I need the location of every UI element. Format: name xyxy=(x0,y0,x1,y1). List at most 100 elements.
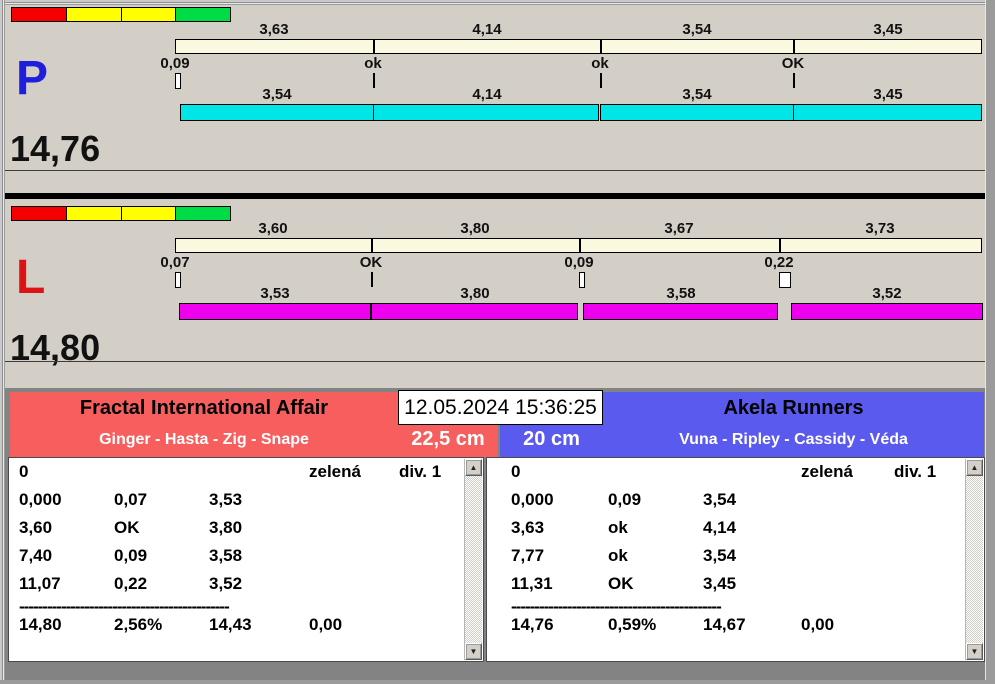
split-bar-divider xyxy=(600,40,602,53)
team-name-right: Akela Runners xyxy=(723,397,864,419)
run-value-cell: 3,52 xyxy=(209,574,243,593)
changeover-label: ok xyxy=(364,55,382,72)
changeover-ok-tick xyxy=(600,73,602,88)
lane-panel-p: P 14,76 3,63 4,14 3,54 3,45 0,09 ok ok OK 3,54 4,… xyxy=(0,5,995,170)
changeover-label: 0,07 xyxy=(160,254,190,271)
total-value-cell: 2,56% xyxy=(114,615,163,634)
window-border-bottom xyxy=(0,680,995,684)
jump-height-right: 20 cm xyxy=(523,428,580,450)
run-value-cell: OK xyxy=(608,574,634,593)
total-value-cell: 0,00 xyxy=(309,615,343,634)
traffic-segment-0 xyxy=(12,8,67,21)
run-value-cell: 3,58 xyxy=(209,546,243,565)
lane-total-time: 14,76 xyxy=(10,128,101,169)
team-dogs-right: Vuna - Ripley - Cassidy - Véda xyxy=(679,431,908,448)
total-value-cell: 0,59% xyxy=(608,615,657,634)
changeover-label: 0,09 xyxy=(160,55,190,72)
total-value-cell: 14,67 xyxy=(703,615,746,634)
run-value-cell: 4,14 xyxy=(703,518,737,537)
traffic-segment-0 xyxy=(12,207,67,220)
total-value-cell: 0,00 xyxy=(801,615,835,634)
changeover-loss-marker xyxy=(579,272,585,288)
changeover-loss-marker xyxy=(175,73,181,89)
split-bar-divider xyxy=(371,239,373,252)
changeover-label: OK xyxy=(781,55,805,72)
split-times-bar xyxy=(175,39,982,54)
lane-letter: P xyxy=(16,52,49,105)
dog-time-segment xyxy=(371,303,578,320)
lane-letter: L xyxy=(16,251,46,304)
division-cell: div. 1 xyxy=(399,462,442,481)
split-bar-divider xyxy=(779,239,781,252)
vertical-scrollbar[interactable]: ▲ ▼ xyxy=(464,459,482,660)
total-value-cell: 14,43 xyxy=(209,615,252,634)
dog-time-segment xyxy=(583,303,778,320)
split-time-label: 3,45 xyxy=(873,21,903,38)
separator-row: ----------------------------------------… xyxy=(511,597,722,616)
run-value-cell: 3,60 xyxy=(19,518,53,537)
light-color-cell: zelená xyxy=(309,462,361,481)
split-bar-divider xyxy=(579,239,581,252)
changeover-loss-marker xyxy=(175,272,181,288)
run-value-cell: 0,09 xyxy=(114,546,148,565)
lanes-separator-bar xyxy=(5,193,985,199)
changeover-ok-tick xyxy=(793,73,795,88)
dog-time-label: 3,58 xyxy=(666,285,696,302)
traffic-segment-2 xyxy=(121,207,177,220)
start-traffic-light xyxy=(11,7,231,22)
dog-time-label: 3,45 xyxy=(873,86,903,103)
run-value-cell: 3,53 xyxy=(209,490,243,509)
traffic-segment-2 xyxy=(121,8,177,21)
status-cell: 0 xyxy=(511,462,521,481)
dog-time-label: 3,53 xyxy=(260,285,290,302)
scroll-up-icon[interactable]: ▲ xyxy=(465,459,482,476)
run-value-cell: 0,07 xyxy=(114,490,148,509)
scroll-down-icon[interactable]: ▼ xyxy=(465,643,482,660)
traffic-segment-3 xyxy=(176,207,230,220)
dog-time-segment xyxy=(180,104,374,121)
lane-total-time: 14,80 xyxy=(10,327,101,368)
lane-divider-line xyxy=(5,361,985,362)
changeover-label: 0,09 xyxy=(564,254,594,271)
changeover-ok-tick xyxy=(373,73,375,88)
dog-time-label: 4,14 xyxy=(472,86,502,103)
run-value-cell: 3,80 xyxy=(209,518,243,537)
dog-time-label: 3,52 xyxy=(872,285,902,302)
run-value-cell: 0,000 xyxy=(19,490,62,509)
split-time-label: 4,14 xyxy=(472,21,502,38)
split-time-label: 3,60 xyxy=(258,220,288,237)
traffic-segment-1 xyxy=(66,8,122,21)
datetime-display: 12.05.2024 15:36:25 xyxy=(398,390,603,425)
traffic-segment-3 xyxy=(176,8,230,21)
changeover-label: OK xyxy=(359,254,383,271)
run-result-list-left[interactable]: 0 zelená div. 1 0,000 0,07 3,53 3,60 OK 3,80 7,40… xyxy=(8,457,484,662)
vertical-scrollbar[interactable]: ▲ ▼ xyxy=(965,459,983,660)
split-time-label: 3,54 xyxy=(682,21,712,38)
dog-time-segment xyxy=(600,104,794,121)
run-value-cell: 3,54 xyxy=(703,546,737,565)
traffic-segment-1 xyxy=(66,207,122,220)
dog-time-segment xyxy=(373,104,599,121)
light-color-cell: zelená xyxy=(801,462,853,481)
split-bar-divider xyxy=(373,40,375,53)
team-dogs-left: Ginger - Hasta - Zig - Snape xyxy=(99,431,309,448)
split-bar-divider xyxy=(793,40,795,53)
changeover-label: 0,22 xyxy=(764,254,794,271)
dog-time-label: 3,80 xyxy=(460,285,490,302)
split-time-label: 3,67 xyxy=(664,220,694,237)
run-value-cell: OK xyxy=(114,518,140,537)
jump-height-left: 22,5 cm xyxy=(411,428,485,450)
run-value-cell: 0,000 xyxy=(511,490,554,509)
total-value-cell: 14,76 xyxy=(511,615,554,634)
run-value-cell: 3,63 xyxy=(511,518,545,537)
run-value-cell: 11,31 xyxy=(511,574,553,593)
split-time-label: 3,80 xyxy=(460,220,490,237)
split-times-bar xyxy=(175,238,982,253)
scroll-down-icon[interactable]: ▼ xyxy=(966,643,983,660)
changeover-ok-tick xyxy=(371,272,373,287)
run-result-list-right[interactable]: 0 zelená div. 1 0,000 0,09 3,54 3,63 ok 4,14 7,77… xyxy=(486,457,985,662)
start-traffic-light xyxy=(11,206,231,221)
total-value-cell: 14,80 xyxy=(19,615,62,634)
scroll-up-icon[interactable]: ▲ xyxy=(966,459,983,476)
run-value-cell: 7,40 xyxy=(19,546,53,565)
